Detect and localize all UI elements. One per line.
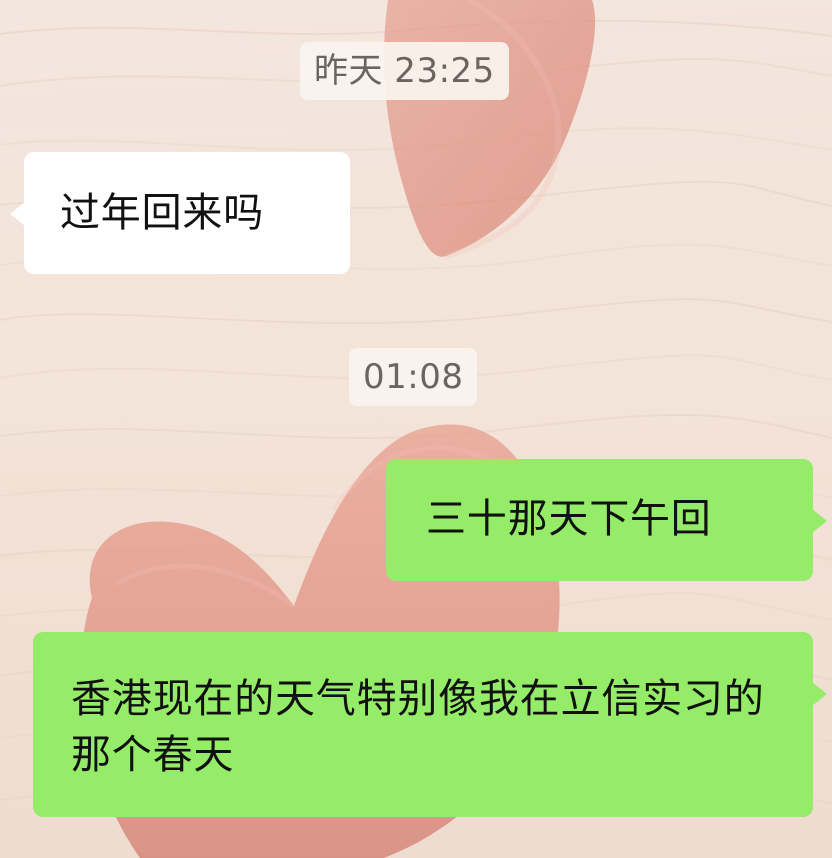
outgoing-message-bubble[interactable]: 香港现在的天气特别像我在立信实习的那个春天	[33, 632, 827, 817]
outgoing-bubble-tail	[812, 682, 827, 706]
incoming-bubble-tail	[10, 202, 25, 226]
incoming-message-bubble[interactable]: 过年回来吗	[10, 152, 350, 274]
outgoing-message-text: 香港现在的天气特别像我在立信实习的那个春天	[71, 676, 765, 778]
incoming-message-text: 过年回来吗	[60, 190, 264, 236]
timestamp-1: 昨天 23:25	[300, 42, 509, 100]
timestamp-2: 01:08	[349, 348, 478, 406]
outgoing-message-text: 三十那天下午回	[426, 496, 712, 542]
outgoing-message-bubble[interactable]: 三十那天下午回	[386, 459, 827, 581]
outgoing-bubble-tail	[812, 509, 827, 533]
